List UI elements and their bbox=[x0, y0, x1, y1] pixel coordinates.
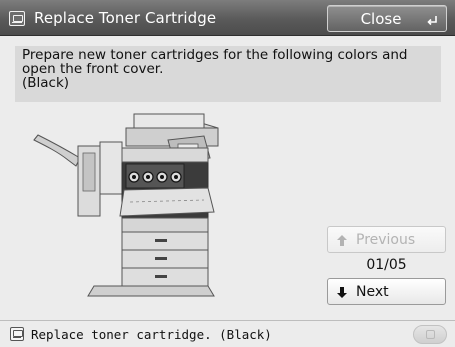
status-message: Replace toner cartridge. (Black) bbox=[31, 327, 272, 342]
cartridge-icon bbox=[10, 327, 24, 341]
previous-button[interactable]: Previous bbox=[327, 226, 446, 253]
status-monitor-button[interactable] bbox=[413, 325, 447, 344]
previous-button-label: Previous bbox=[356, 232, 416, 248]
close-button[interactable]: Close bbox=[327, 5, 447, 32]
cartridge-icon bbox=[9, 11, 25, 26]
window-title: Replace Toner Cartridge bbox=[34, 9, 217, 27]
page-counter: 01/05 bbox=[366, 257, 407, 273]
up-arrow-icon bbox=[337, 235, 347, 246]
screen: Replace Toner Cartridge Close Prepare ne… bbox=[0, 0, 455, 347]
enter-return-icon bbox=[427, 16, 437, 26]
next-button[interactable]: Next bbox=[327, 278, 446, 305]
instruction-message: Prepare new toner cartridges for the fol… bbox=[22, 47, 408, 91]
next-button-label: Next bbox=[356, 284, 389, 300]
down-arrow-icon bbox=[337, 287, 347, 298]
printer-with-front-cover-open-icon bbox=[33, 113, 219, 297]
title-bar: Replace Toner Cartridge Close bbox=[0, 0, 455, 36]
status-monitor-icon bbox=[426, 330, 435, 339]
close-button-label: Close bbox=[360, 10, 402, 28]
status-bar: Replace toner cartridge. (Black) bbox=[0, 320, 455, 347]
